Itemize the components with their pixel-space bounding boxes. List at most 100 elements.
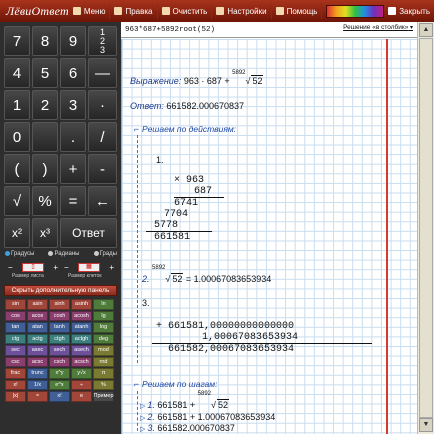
func-key[interactable]: sin bbox=[5, 299, 26, 310]
key-8[interactable]: 8 bbox=[32, 26, 58, 56]
func-key[interactable]: ÷ bbox=[71, 379, 92, 390]
func-key[interactable]: ctgh bbox=[49, 333, 70, 344]
func-key[interactable]: frac bbox=[5, 368, 26, 379]
key-divide[interactable]: / bbox=[88, 122, 117, 152]
func-key[interactable]: mod bbox=[93, 345, 114, 356]
func-key[interactable]: log bbox=[93, 322, 114, 333]
func-key[interactable]: cos bbox=[5, 310, 26, 321]
func-key[interactable]: ≈ bbox=[27, 391, 48, 402]
key-5[interactable]: 5 bbox=[32, 58, 58, 88]
func-key[interactable]: trunc bbox=[27, 368, 48, 379]
func-key[interactable]: x! bbox=[49, 391, 70, 402]
method-select[interactable]: Решение «в столбик» bbox=[343, 24, 413, 31]
func-key[interactable]: |x| bbox=[5, 391, 26, 402]
func-key[interactable]: deg bbox=[93, 333, 114, 344]
key-backspace[interactable]: ← bbox=[88, 186, 117, 216]
menu-button[interactable]: Меню bbox=[69, 3, 111, 19]
func-key[interactable]: Пример bbox=[93, 391, 114, 402]
clear-button[interactable]: Очистить bbox=[158, 3, 213, 19]
func-key[interactable]: sinh bbox=[49, 299, 70, 310]
sheet-size-stepper[interactable]: − ▯ + bbox=[8, 262, 58, 272]
func-key[interactable]: sec bbox=[5, 345, 26, 356]
key-9[interactable]: 9 bbox=[60, 26, 86, 56]
key-minus-long[interactable]: — bbox=[88, 58, 117, 88]
radio-grads[interactable]: Грады bbox=[94, 251, 117, 257]
func-key[interactable]: asec bbox=[27, 345, 48, 356]
func-key[interactable]: y√x bbox=[71, 368, 92, 379]
func-key[interactable]: sech bbox=[49, 345, 70, 356]
step-list-1[interactable]: ▷ 1. 661581 + 5892√ 52 bbox=[140, 391, 229, 410]
key-7[interactable]: 7 bbox=[4, 26, 30, 56]
close-button[interactable]: Закрыть bbox=[384, 3, 434, 19]
key-sqrt[interactable]: √ bbox=[4, 186, 30, 216]
func-key[interactable]: ln bbox=[93, 299, 114, 310]
key-multiply[interactable]: · bbox=[88, 90, 117, 120]
func-key[interactable]: asinh bbox=[71, 299, 92, 310]
key-3[interactable]: 3 bbox=[60, 90, 86, 120]
expression-input[interactable]: 963*687+5892root(52) Решение «в столбик» bbox=[121, 22, 417, 38]
radio-degrees[interactable]: Градусы bbox=[5, 251, 34, 257]
decrease-icon[interactable]: − bbox=[8, 263, 13, 272]
settings-button[interactable]: Настройки bbox=[212, 3, 272, 19]
func-key[interactable]: csch bbox=[49, 356, 70, 367]
func-key[interactable]: lg bbox=[93, 310, 114, 321]
func-key[interactable]: acos bbox=[27, 310, 48, 321]
func-key[interactable]: acosh bbox=[71, 310, 92, 321]
func-key[interactable]: atan bbox=[27, 322, 48, 333]
key-square[interactable]: x² bbox=[4, 218, 30, 248]
func-key[interactable]: rnd bbox=[93, 356, 114, 367]
color-theme-picker[interactable] bbox=[326, 4, 385, 18]
scroll-down-icon[interactable]: ▼ bbox=[419, 418, 433, 432]
key-answer[interactable]: Ответ bbox=[60, 218, 117, 248]
cell-size-stepper[interactable]: − ▦ + bbox=[64, 262, 114, 272]
key-close-paren[interactable]: ) bbox=[32, 154, 58, 184]
func-key[interactable]: asin bbox=[27, 299, 48, 310]
func-key[interactable]: e^x bbox=[49, 379, 70, 390]
func-key[interactable]: tan bbox=[5, 322, 26, 333]
func-key[interactable]: asech bbox=[71, 345, 92, 356]
section-by-step[interactable]: Решаем по шагам: bbox=[134, 379, 217, 389]
step-list-3[interactable]: ▷ 3. 661582.000670837 bbox=[140, 423, 235, 433]
key-blank[interactable] bbox=[32, 122, 58, 152]
key-0[interactable]: 0 bbox=[4, 122, 30, 152]
section-by-action[interactable]: Решаем по действиям: bbox=[134, 124, 236, 134]
key-cube[interactable]: x³ bbox=[32, 218, 58, 248]
hide-panel-button[interactable]: Скрыть дополнительную панель bbox=[4, 285, 117, 296]
key-fraction[interactable]: 123 bbox=[88, 26, 117, 56]
func-key[interactable]: actgh bbox=[71, 333, 92, 344]
key-open-paren[interactable]: ( bbox=[4, 154, 30, 184]
func-key[interactable]: x^y bbox=[49, 368, 70, 379]
key-4[interactable]: 4 bbox=[4, 58, 30, 88]
func-key[interactable]: actg bbox=[27, 333, 48, 344]
func-key[interactable]: atanh bbox=[71, 322, 92, 333]
step-list-2[interactable]: ▷ 2. 661581 + 1.00067083653934 bbox=[140, 412, 275, 422]
increase-icon[interactable]: + bbox=[53, 263, 58, 272]
func-key[interactable]: x! bbox=[5, 379, 26, 390]
increase-icon[interactable]: + bbox=[109, 263, 114, 272]
func-key[interactable]: ctg bbox=[5, 333, 26, 344]
func-key[interactable]: acsc bbox=[27, 356, 48, 367]
func-key[interactable]: e bbox=[71, 391, 92, 402]
func-key[interactable]: 1/x bbox=[27, 379, 48, 390]
key-2[interactable]: 2 bbox=[32, 90, 58, 120]
key-decimal[interactable]: . bbox=[60, 122, 86, 152]
key-1[interactable]: 1 bbox=[4, 90, 30, 120]
vertical-scrollbar[interactable]: ▲ ▼ bbox=[417, 22, 434, 434]
edit-button[interactable]: Правка bbox=[110, 3, 158, 19]
func-key[interactable]: tanh bbox=[49, 322, 70, 333]
func-key[interactable]: csc bbox=[5, 356, 26, 367]
func-key[interactable]: cosh bbox=[49, 310, 70, 321]
key-6[interactable]: 6 bbox=[60, 58, 86, 88]
scroll-up-icon[interactable]: ▲ bbox=[419, 23, 433, 37]
decrease-icon[interactable]: − bbox=[64, 263, 69, 272]
key-plus[interactable]: + bbox=[60, 154, 86, 184]
key-minus[interactable]: - bbox=[88, 154, 117, 184]
func-key[interactable]: acsch bbox=[71, 356, 92, 367]
key-percent[interactable]: % bbox=[32, 186, 58, 216]
radio-radians[interactable]: Радианы bbox=[48, 251, 79, 257]
scroll-thumb[interactable] bbox=[419, 38, 433, 418]
help-button[interactable]: Помощь bbox=[272, 3, 323, 19]
key-equals[interactable]: = bbox=[60, 186, 86, 216]
func-key[interactable]: π bbox=[93, 368, 114, 379]
func-key[interactable]: % bbox=[93, 379, 114, 390]
